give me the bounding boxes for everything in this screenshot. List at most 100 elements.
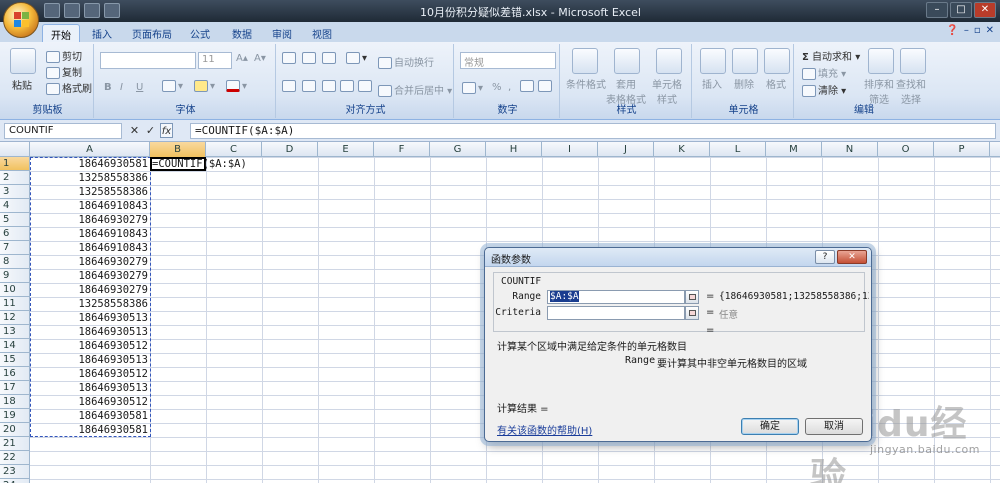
row-header-1[interactable]: 1	[0, 157, 30, 171]
increase-decimal-icon[interactable]	[520, 80, 536, 92]
insert-cells-button[interactable]: 插入	[702, 76, 722, 91]
row-header-20[interactable]: 20	[0, 423, 30, 437]
range-collapse-button[interactable]	[685, 290, 699, 304]
fill-button[interactable]: 填充 ▾	[802, 65, 846, 80]
insert-cells-icon[interactable]	[700, 48, 726, 74]
column-header-b[interactable]: B	[150, 142, 206, 157]
conditional-format-icon[interactable]	[572, 48, 598, 74]
merge-center-button[interactable]: 合并后居中 ▾	[378, 82, 452, 97]
autosum-button[interactable]: Σ 自动求和 ▾	[802, 48, 860, 63]
column-header-e[interactable]: E	[318, 142, 374, 157]
row-header-2[interactable]: 2	[0, 171, 30, 185]
close-window-button[interactable]: ✕	[974, 2, 996, 18]
tab-insert[interactable]: 插入	[84, 24, 120, 42]
row-header-24[interactable]: 24	[0, 479, 30, 483]
column-header-j[interactable]: J	[598, 142, 654, 157]
find-select-icon[interactable]	[900, 48, 926, 74]
column-header-f[interactable]: F	[374, 142, 430, 157]
fill-color-icon[interactable]: ▾	[194, 80, 215, 92]
insert-function-icon[interactable]: fx	[160, 123, 173, 138]
tab-page-layout[interactable]: 页面布局	[124, 24, 180, 42]
paste-icon[interactable]	[10, 48, 36, 74]
shrink-font-icon[interactable]: A▾	[254, 53, 266, 64]
row-header-6[interactable]: 6	[0, 227, 30, 241]
undo-icon[interactable]	[64, 3, 80, 18]
align-right-icon[interactable]	[322, 80, 338, 92]
row-header-9[interactable]: 9	[0, 269, 30, 283]
font-name-combo[interactable]	[100, 52, 196, 69]
borders-icon[interactable]: ▾	[162, 80, 183, 92]
number-format-combo[interactable]: 常规	[460, 52, 556, 69]
column-header-g[interactable]: G	[430, 142, 486, 157]
align-left-icon[interactable]	[282, 80, 298, 92]
align-top-icon[interactable]	[282, 52, 298, 64]
align-bottom-icon[interactable]	[322, 52, 338, 64]
office-button[interactable]	[3, 2, 39, 38]
minimize-button[interactable]: –	[926, 2, 948, 18]
row-header-7[interactable]: 7	[0, 241, 30, 255]
formula-input[interactable]: =COUNTIF($A:$A)	[190, 123, 996, 139]
paste-button[interactable]: 粘贴	[12, 77, 32, 92]
tab-data[interactable]: 数据	[224, 24, 260, 42]
row-header-4[interactable]: 4	[0, 199, 30, 213]
align-middle-icon[interactable]	[302, 52, 318, 64]
row-header-21[interactable]: 21	[0, 437, 30, 451]
column-header-n[interactable]: N	[822, 142, 878, 157]
align-center-icon[interactable]	[302, 80, 318, 92]
format-table-icon[interactable]	[614, 48, 640, 74]
name-box[interactable]: COUNTIF	[4, 123, 122, 139]
clear-button[interactable]: 清除 ▾	[802, 82, 846, 97]
comma-button[interactable]: ,	[508, 82, 511, 93]
row-header-13[interactable]: 13	[0, 325, 30, 339]
row-header-12[interactable]: 12	[0, 311, 30, 325]
tab-view[interactable]: 视图	[304, 24, 340, 42]
row-header-23[interactable]: 23	[0, 465, 30, 479]
row-header-3[interactable]: 3	[0, 185, 30, 199]
ribbon-minimize-icon[interactable]: –	[964, 25, 969, 36]
row-header-15[interactable]: 15	[0, 353, 30, 367]
column-header-c[interactable]: C	[206, 142, 262, 157]
format-cells-icon[interactable]	[764, 48, 790, 74]
row-header-11[interactable]: 11	[0, 297, 30, 311]
dialog-help-button[interactable]: ?	[815, 250, 835, 264]
format-cells-button[interactable]: 格式	[766, 76, 786, 91]
column-header-h[interactable]: H	[486, 142, 542, 157]
column-header-o[interactable]: O	[878, 142, 934, 157]
grow-font-icon[interactable]: A▴	[236, 53, 248, 64]
wrap-text-button[interactable]: 自动换行	[378, 54, 434, 69]
row-header-10[interactable]: 10	[0, 283, 30, 297]
row-header-17[interactable]: 17	[0, 381, 30, 395]
column-header-l[interactable]: L	[710, 142, 766, 157]
help-icon[interactable]: ❓	[946, 25, 958, 36]
copy-button[interactable]: 复制	[46, 64, 82, 79]
ok-button[interactable]: 确定	[741, 418, 799, 435]
maximize-button[interactable]: □	[950, 2, 972, 18]
tab-review[interactable]: 审阅	[264, 24, 300, 42]
sort-filter-icon[interactable]	[868, 48, 894, 74]
decrease-indent-icon[interactable]	[340, 80, 356, 92]
cancel-button[interactable]: 取消	[805, 418, 863, 435]
delete-cells-icon[interactable]	[732, 48, 758, 74]
currency-icon[interactable]: ▾	[462, 82, 483, 94]
column-header-m[interactable]: M	[766, 142, 822, 157]
tab-formulas[interactable]: 公式	[182, 24, 218, 42]
row-header-14[interactable]: 14	[0, 339, 30, 353]
ribbon-restore-icon[interactable]: ▫	[974, 25, 981, 36]
row-header-8[interactable]: 8	[0, 255, 30, 269]
column-header-a[interactable]: A	[30, 142, 150, 157]
decrease-decimal-icon[interactable]	[538, 80, 554, 92]
column-header-d[interactable]: D	[262, 142, 318, 157]
percent-button[interactable]: %	[492, 82, 502, 93]
function-help-link[interactable]: 有关该函数的帮助(H)	[497, 422, 592, 437]
cancel-icon[interactable]: ✕	[128, 123, 141, 138]
column-header-i[interactable]: I	[542, 142, 598, 157]
cut-button[interactable]: 剪切	[46, 48, 82, 63]
conditional-format-button[interactable]: 条件格式	[566, 76, 606, 91]
underline-button[interactable]: U	[136, 82, 143, 93]
tab-home[interactable]: 开始	[42, 24, 80, 42]
font-size-combo[interactable]: 11	[198, 52, 232, 69]
ribbon-close-icon[interactable]: ✕	[986, 25, 994, 36]
row-header-22[interactable]: 22	[0, 451, 30, 465]
bold-button[interactable]: B	[104, 82, 112, 93]
customize-qat-icon[interactable]	[104, 3, 120, 18]
